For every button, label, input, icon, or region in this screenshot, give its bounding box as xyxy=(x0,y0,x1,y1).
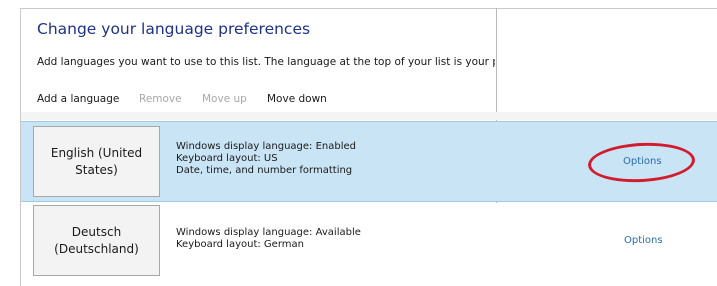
language-details: Windows display language: Enabled Keyboa… xyxy=(176,141,356,177)
toolbar-separator-strip xyxy=(21,112,717,120)
keyboard-layout: Keyboard layout: US xyxy=(176,153,278,164)
description-container: Add languages you want to use to this li… xyxy=(37,56,495,72)
display-language-status: Windows display language: Enabled xyxy=(176,141,357,152)
language-name: Deutsch (Deutschland) xyxy=(54,224,139,256)
page-title: Change your language preferences xyxy=(37,20,311,38)
language-name: English (United States) xyxy=(50,145,143,177)
add-language-button[interactable]: Add a language xyxy=(37,93,119,105)
move-up-button[interactable]: Move up xyxy=(202,93,247,105)
keyboard-layout: Keyboard layout: German xyxy=(176,239,304,250)
page-description: Add languages you want to use to this li… xyxy=(37,56,495,68)
formatting-info: Date, time, and number formatting xyxy=(176,165,353,176)
display-language-status: Windows display language: Available xyxy=(176,227,361,238)
language-details: Windows display language: Available Keyb… xyxy=(176,227,361,251)
language-row-english[interactable]: English (United States) Windows display … xyxy=(21,121,717,202)
remove-button[interactable]: Remove xyxy=(139,93,182,105)
language-row-deutsch[interactable]: Deutsch (Deutschland) Windows display la… xyxy=(21,203,717,286)
options-link-deutsch[interactable]: Options xyxy=(624,235,663,246)
language-tile-english[interactable]: English (United States) xyxy=(33,126,160,197)
language-preferences-window: Change your language preferences Add lan… xyxy=(0,0,717,286)
top-divider xyxy=(20,8,717,9)
language-tile-deutsch[interactable]: Deutsch (Deutschland) xyxy=(33,205,160,276)
move-down-button[interactable]: Move down xyxy=(267,93,327,105)
options-link-english[interactable]: Options xyxy=(623,156,662,167)
